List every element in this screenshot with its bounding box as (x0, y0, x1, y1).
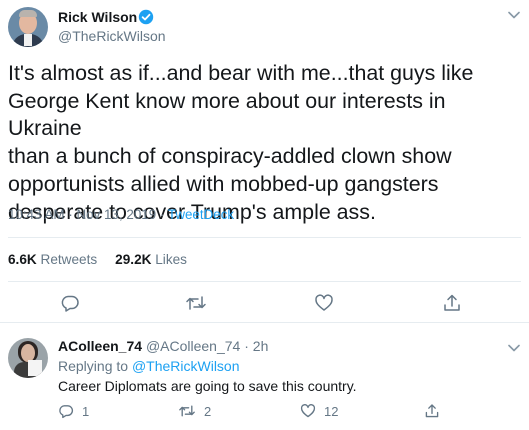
tweet-source-link[interactable]: TweetDeck (168, 207, 234, 222)
reply-icon (61, 295, 79, 312)
share-icon (425, 404, 439, 418)
reply-display-name[interactable]: AColleen_74 (58, 338, 142, 354)
heart-icon (300, 404, 316, 418)
meta-separator: · (68, 207, 73, 222)
divider (8, 237, 521, 238)
reply-age[interactable]: 2h (253, 338, 269, 354)
likes-stat[interactable]: 29.2K Likes (115, 252, 187, 267)
reply-retweet-button[interactable]: 2 (178, 403, 211, 419)
author-handle[interactable]: @TheRickWilson (58, 28, 166, 44)
reply-count: 1 (82, 403, 90, 419)
engagement-stats: 6.6K Retweets 29.2K Likes (8, 252, 187, 267)
retweets-count: 6.6K (8, 252, 37, 267)
meta-separator: · (244, 338, 249, 354)
likes-count: 29.2K (115, 252, 152, 267)
tweet-meta: 10:43 AM · Nov 13, 2019 · TweetDeck (8, 207, 234, 222)
reply-share-button[interactable] (424, 403, 440, 419)
retweets-label: Retweets (40, 252, 98, 267)
tweet-date[interactable]: Nov 13, 2019 (77, 207, 157, 222)
main-tweet: Rick Wilson @TheRickWilson It's almost a… (0, 0, 529, 322)
reply-header: AColleen_74 @AColleen_74 · 2h (58, 338, 268, 354)
replying-to: Replying to @TheRickWilson (58, 358, 240, 374)
reply-text: Career Diplomats are going to save this … (58, 378, 357, 394)
replying-to-mention[interactable]: @TheRickWilson (132, 358, 240, 374)
likes-label: Likes (155, 252, 187, 267)
replying-to-label: Replying to (58, 358, 129, 374)
retweets-stat[interactable]: 6.6K Retweets (8, 252, 97, 267)
retweet-icon (179, 405, 195, 417)
avatar[interactable] (8, 7, 48, 47)
reply-reply-button[interactable]: 1 (58, 403, 89, 419)
retweet-icon (186, 296, 206, 310)
like-button[interactable] (313, 292, 335, 314)
heart-icon (315, 294, 333, 311)
author-display-name[interactable]: Rick Wilson (58, 9, 137, 25)
reply-icon (59, 405, 74, 419)
share-icon (444, 294, 460, 311)
chevron-down-icon[interactable] (507, 10, 521, 20)
tweet-time[interactable]: 10:43 AM (8, 207, 65, 222)
reply-handle[interactable]: @AColleen_74 (146, 338, 240, 354)
verified-badge-icon (138, 9, 154, 25)
retweet-button[interactable] (185, 292, 207, 314)
chevron-down-icon[interactable] (507, 343, 521, 353)
reply-avatar[interactable] (8, 338, 48, 378)
reply-button[interactable] (59, 292, 81, 314)
retweet-count: 2 (204, 403, 212, 419)
share-button[interactable] (441, 292, 463, 314)
like-count: 12 (324, 403, 339, 419)
reply-tweet[interactable]: AColleen_74 @AColleen_74 · 2h Replying t… (0, 323, 529, 430)
reply-like-button[interactable]: 12 (300, 403, 338, 419)
meta-separator: · (159, 207, 165, 222)
divider (8, 281, 521, 282)
tweet-text: It's almost as if...and bear with me...t… (8, 61, 474, 224)
